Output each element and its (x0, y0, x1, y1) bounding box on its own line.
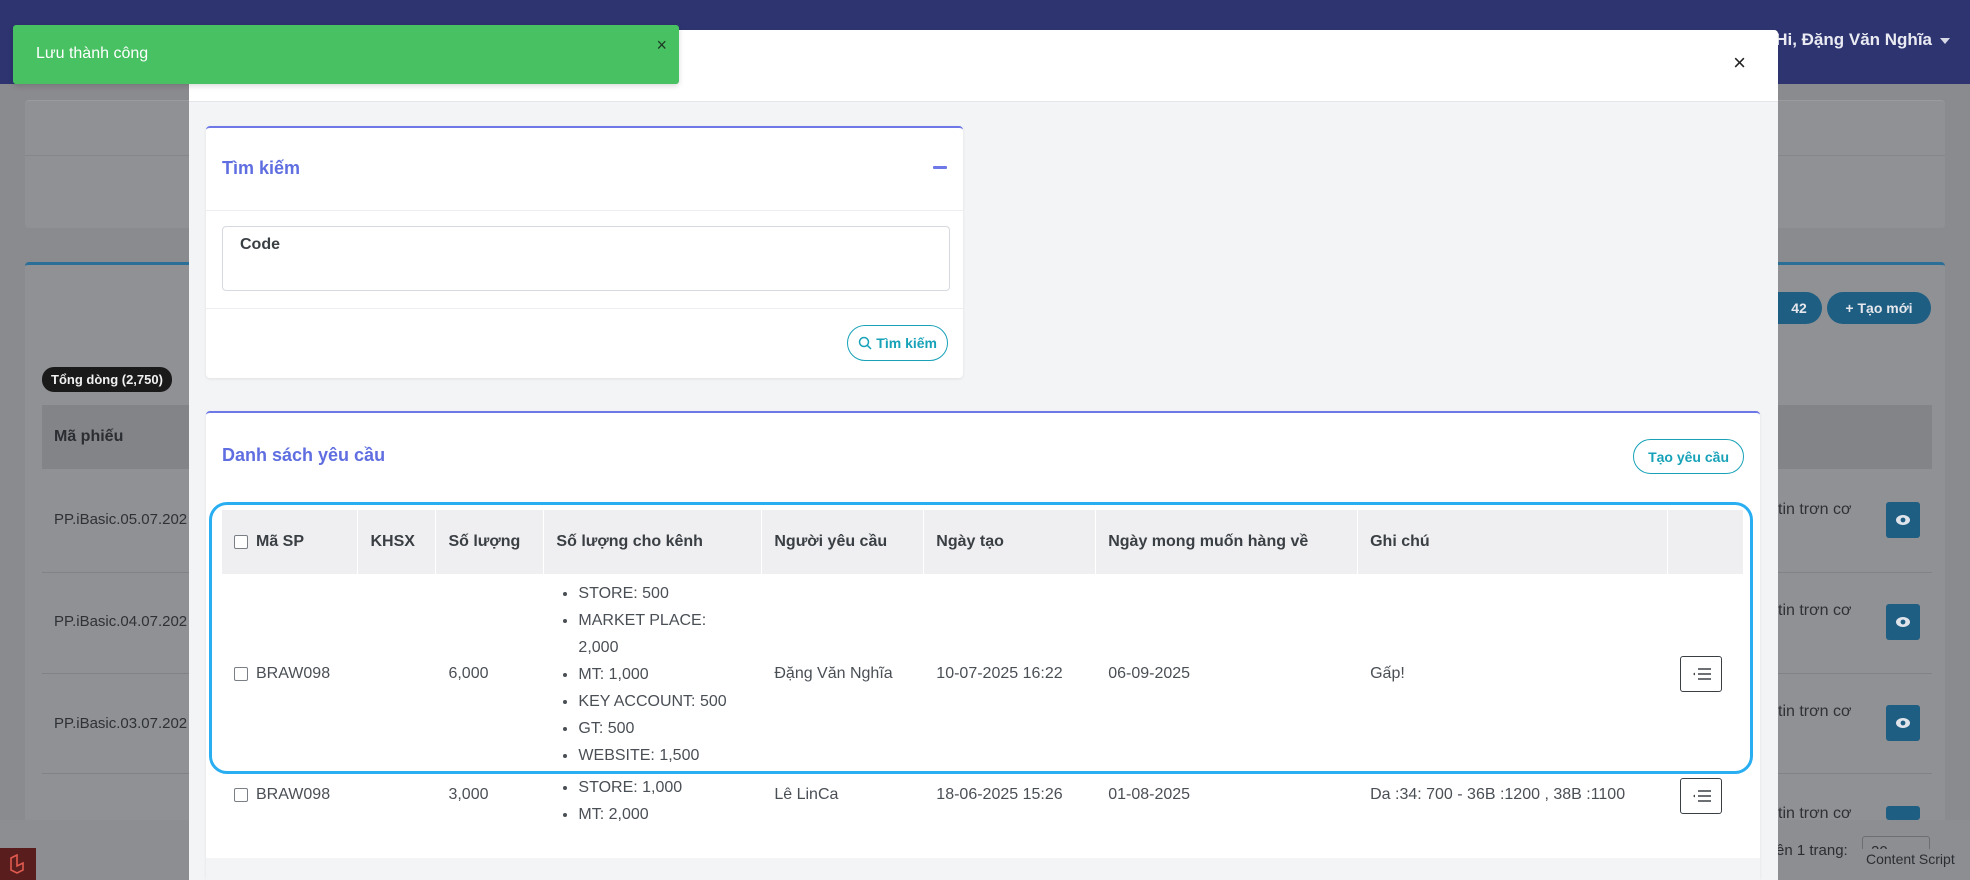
chevron-down-icon (1940, 37, 1950, 44)
eye-icon (1896, 718, 1910, 728)
code-label: Code (240, 236, 280, 253)
cell-sku: BRAW098 (222, 774, 358, 854)
row-checkbox[interactable] (234, 787, 248, 802)
search-icon (859, 336, 872, 350)
column-header-khsx: KHSX (357, 510, 437, 574)
cell-note: Gấp! (1370, 665, 1405, 682)
search-card-title: Tìm kiếm (222, 158, 301, 178)
table-row[interactable]: BRAW098 3,000 STORE: 1,000 MT: 2,000 Lê … (222, 774, 1744, 854)
cell-actions (1667, 774, 1743, 854)
cell-quantity: 3,000 (448, 786, 489, 803)
channel-list: STORE: 500 MARKET PLACE: 2,000 MT: 1,000… (556, 580, 749, 769)
row-menu-button[interactable] (1679, 656, 1722, 692)
toast-message: Lưu thành công (36, 45, 149, 62)
background-row-code: PP.iBasic.03.07.202 (54, 715, 188, 732)
background-row-note: tin trơn cơ (1778, 602, 1852, 619)
column-header-expected-date: Ngày mong muốn hàng về (1095, 510, 1359, 574)
cell-quantity: 6,000 (448, 665, 489, 682)
cell-khsx (358, 574, 436, 774)
cell-requester: Đặng Văn Nghĩa (774, 665, 893, 682)
background-row-code: PP.iBasic.05.07.202 (54, 511, 188, 528)
content-script-label: Content Script (1862, 849, 1959, 869)
eye-icon (1896, 617, 1910, 627)
channel-item: MT: 2,000 (578, 801, 749, 828)
collapse-minus-icon[interactable] (933, 166, 947, 169)
request-table: Mã SP KHSX Số lượng Số lượng cho kênh Ng… (222, 510, 1745, 854)
background-row-note: tin trơn cơ (1778, 703, 1852, 720)
cell-sku: BRAW098 (222, 574, 358, 774)
channel-list: STORE: 1,000 MT: 2,000 (556, 774, 749, 828)
select-all-checkbox[interactable] (234, 534, 248, 549)
list-bottom-edge (206, 858, 1760, 880)
column-header-ma-phieu: Mã phiếu (54, 428, 124, 445)
cell-requester: Lê LinCa (774, 786, 839, 803)
view-button[interactable] (1886, 502, 1920, 538)
page-size-label: ên 1 trang: (1776, 842, 1848, 859)
search-button[interactable]: Tìm kiếm (847, 325, 948, 361)
create-request-button[interactable]: Tạo yêu cầu (1633, 439, 1744, 474)
channel-item: WEBSITE: 1,500 (578, 742, 749, 769)
row-menu-button[interactable] (1679, 778, 1722, 814)
column-header-actions (1667, 510, 1745, 574)
column-header-sku: Mã SP (222, 510, 359, 574)
cell-expected-date: 01-08-2025 (1108, 786, 1191, 803)
cell-channels: STORE: 1,000 MT: 2,000 (544, 774, 762, 854)
cell-created: 10-07-2025 16:22 (936, 665, 1063, 682)
create-new-button[interactable]: + Tạo mới (1827, 292, 1931, 324)
row-checkbox[interactable] (234, 666, 248, 681)
view-button[interactable] (1886, 705, 1920, 741)
eye-icon (1896, 515, 1910, 525)
channel-item: STORE: 1,000 (578, 774, 749, 801)
request-list-card: Danh sách yêu cầu Tạo yêu cầu Mã SP KHSX… (206, 411, 1760, 880)
column-header-label: Mã SP (256, 533, 305, 550)
column-header-channel-quantity: Số lượng cho kênh (543, 510, 763, 574)
view-button[interactable] (1886, 806, 1920, 820)
table-header-row: Mã SP KHSX Số lượng Số lượng cho kênh Ng… (222, 510, 1745, 574)
cell-actions (1667, 574, 1743, 774)
cell-created: 18-06-2025 15:26 (936, 786, 1063, 803)
modal-close-button[interactable]: × (1733, 52, 1746, 74)
laravel-logo (10, 854, 24, 874)
cell-channels: STORE: 500 MARKET PLACE: 2,000 MT: 1,000… (544, 574, 762, 774)
channel-item: KEY ACCOUNT: 500 (578, 688, 749, 715)
cell-expected-date: 06-09-2025 (1108, 665, 1191, 682)
search-card: Tìm kiếm Code Tìm kiếm (206, 126, 963, 378)
column-header-note: Ghi chú (1357, 510, 1668, 574)
column-header-requester: Người yêu cầu (761, 510, 925, 574)
search-button-label: Tìm kiếm (876, 335, 937, 351)
channel-item: MT: 1,000 (578, 661, 749, 688)
channel-item: STORE: 500 (578, 580, 749, 607)
column-header-created: Ngày tạo (923, 510, 1097, 574)
user-menu[interactable]: Hi, Đặng Văn Nghĩa (1775, 30, 1950, 50)
cell-khsx (358, 774, 436, 854)
sku-value: BRAW098 (256, 665, 331, 682)
success-toast: Lưu thành công × (13, 25, 679, 84)
count-pill-label: 42 (1791, 300, 1807, 316)
request-list-title: Danh sách yêu cầu (222, 445, 386, 465)
laravel-icon[interactable] (0, 848, 36, 880)
code-field[interactable]: Code (222, 226, 950, 291)
request-modal: × Tìm kiếm Code Tìm kiếm Danh sách yêu c… (189, 30, 1778, 880)
sku-value: BRAW098 (256, 786, 331, 803)
menu-lines-icon (1692, 668, 1711, 680)
toast-close-button[interactable]: × (656, 35, 667, 56)
channel-item: GT: 500 (578, 715, 749, 742)
request-table-wrap: Mã SP KHSX Số lượng Số lượng cho kênh Ng… (222, 510, 1745, 854)
divider (206, 210, 963, 211)
cell-note: Da :34: 700 - 36B :1200 , 38B :1100 (1370, 786, 1626, 803)
column-header-quantity: Số lượng (435, 510, 545, 574)
code-input[interactable] (237, 261, 927, 283)
channel-item: MARKET PLACE: 2,000 (578, 607, 749, 661)
background-row-note: tin trơn cơ (1778, 501, 1852, 518)
user-greeting: Hi, Đặng Văn Nghĩa (1775, 30, 1932, 49)
table-row[interactable]: BRAW098 6,000 STORE: 500 MARKET PLACE: 2… (222, 574, 1744, 774)
menu-lines-icon (1692, 790, 1711, 802)
divider (206, 308, 963, 309)
total-rows-badge: Tổng dòng (2,750) (42, 367, 172, 392)
view-button[interactable] (1886, 604, 1920, 640)
background-row-code: PP.iBasic.04.07.202 (54, 613, 188, 630)
